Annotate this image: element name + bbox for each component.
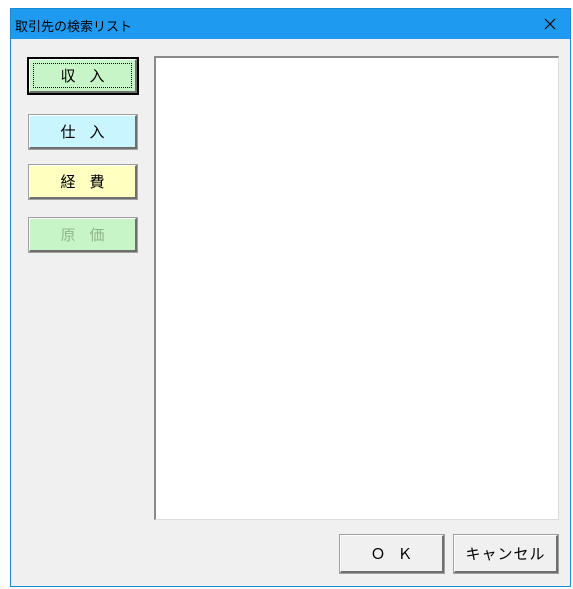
ok-button-label: ＯＫ [370,545,425,563]
cancel-button[interactable]: キャンセル [453,534,559,574]
expense-button[interactable]: 経費 [28,164,138,200]
income-button[interactable]: 収入 [27,57,139,95]
ok-button[interactable]: ＯＫ [339,534,445,574]
cost-button-label: 原価 [60,226,119,244]
cost-button[interactable]: 原価 [28,217,138,253]
expense-button-label: 経費 [60,173,119,191]
close-icon [544,18,556,30]
purchase-button-label: 仕入 [60,123,119,141]
window-title: 取引先の検索リスト [15,20,133,35]
income-button-label: 収入 [60,67,119,85]
supplier-listbox[interactable] [154,56,559,520]
title-bar[interactable]: 取引先の検索リスト [11,9,570,39]
dialog-window: 取引先の検索リスト 収入 仕入 経費 原価 ＯＫ キャンセル [10,8,571,587]
purchase-button[interactable]: 仕入 [28,114,138,150]
cancel-button-label: キャンセル [465,545,546,563]
close-button[interactable] [530,9,570,39]
